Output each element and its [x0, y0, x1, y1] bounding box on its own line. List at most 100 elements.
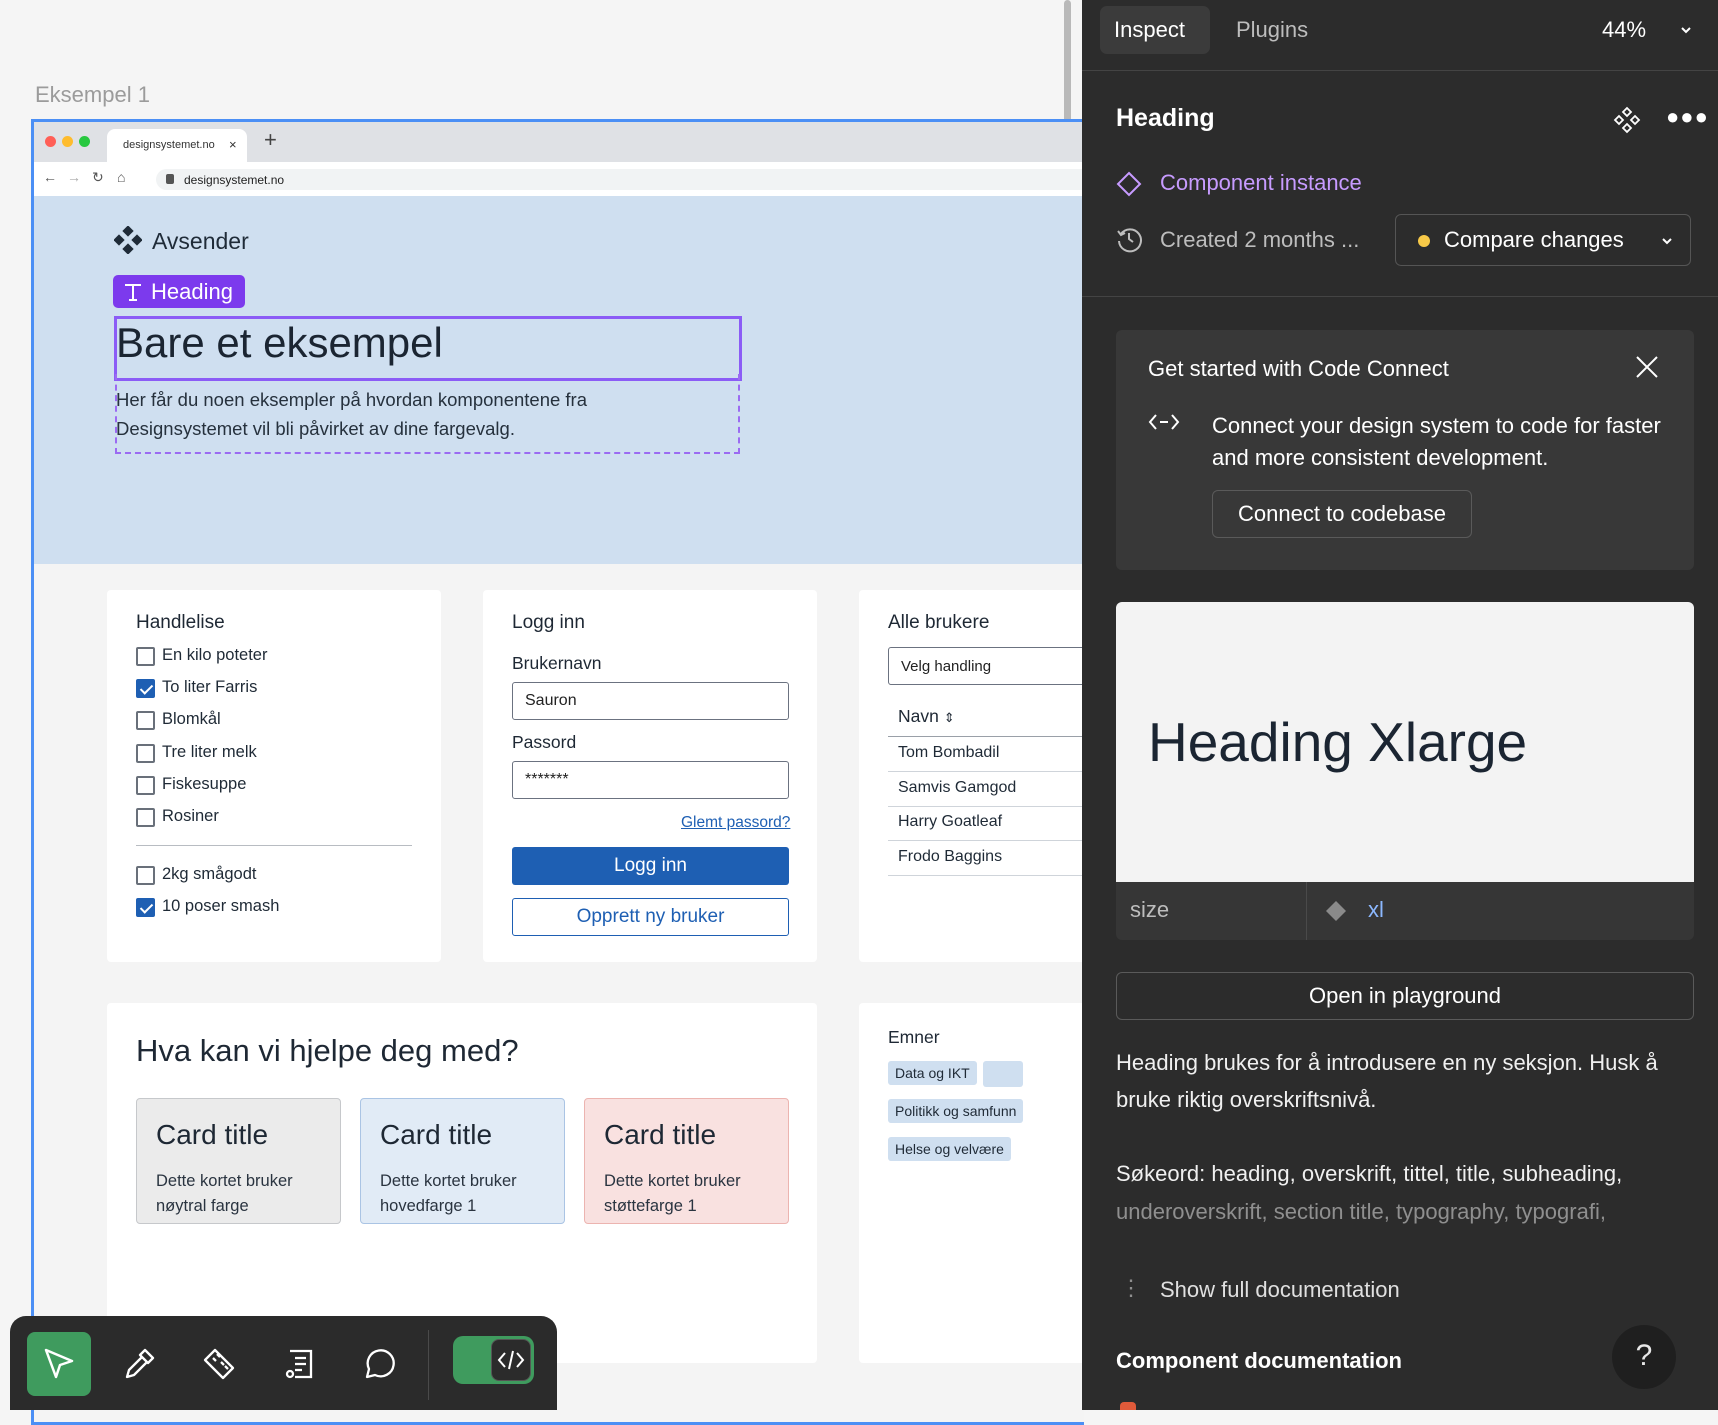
neutral-card[interactable]: Card title Dette kortet bruker nøytral f…	[136, 1098, 341, 1224]
topic-chip-partial[interactable]	[983, 1061, 1023, 1087]
checkbox-label[interactable]: Rosiner	[162, 807, 219, 826]
browser-url-bar: ← → ↻ ⌂ designsystemet.no	[34, 162, 1084, 197]
tab-inspect-label: Inspect	[1114, 17, 1185, 42]
dev-mode-toggle[interactable]	[453, 1336, 534, 1384]
card-title: Card title	[604, 1119, 717, 1150]
frame-eksempel-1[interactable]: designsystemet.no × + ← → ↻ ⌂ designsyst…	[31, 119, 1084, 1425]
documentation-figma-icon	[1120, 1402, 1136, 1410]
user-name-cell: Tom Bombadil	[898, 744, 1000, 761]
accent-card[interactable]: Card title Dette kortet bruker hovedfarg…	[360, 1098, 565, 1224]
checkbox[interactable]	[136, 808, 155, 827]
forgot-password-link[interactable]: Glemt passord?	[681, 814, 790, 832]
created-timestamp: Created 2 months ...	[1160, 227, 1360, 252]
kebab-icon: ⋮	[1120, 1275, 1142, 1300]
canvas-scrollbar[interactable]	[1064, 0, 1071, 122]
action-select[interactable]: Velg handling	[888, 647, 1084, 685]
panel-divider	[1082, 70, 1718, 71]
show-full-documentation[interactable]: Show full documentation	[1160, 1277, 1400, 1303]
checkbox[interactable]	[136, 866, 155, 885]
window-minimize-dot	[62, 136, 73, 147]
component-icon[interactable]	[1613, 106, 1641, 134]
card-body: Dette kortet bruker nøytral farge	[156, 1172, 293, 1215]
component-documentation-heading: Component documentation	[1116, 1348, 1402, 1373]
new-tab-icon[interactable]: +	[264, 127, 277, 153]
more-icon[interactable]: ●●●	[1666, 104, 1709, 130]
support-card[interactable]: Card title Dette kortet bruker støttefar…	[584, 1098, 789, 1224]
checkbox[interactable]	[136, 775, 155, 795]
checkbox-label[interactable]: Blomkål	[162, 710, 221, 729]
table-row[interactable]: Harry Goatleaf	[888, 806, 1084, 841]
browser-tab-title: designsystemet.no	[123, 139, 215, 151]
card-body: Dette kortet bruker hovedfarge 1	[380, 1172, 517, 1215]
checkbox[interactable]	[136, 898, 155, 918]
back-arrow-icon[interactable]: ←	[43, 169, 57, 185]
component-instance-link[interactable]: Component instance	[1160, 170, 1362, 196]
checkbox[interactable]	[136, 679, 155, 699]
close-icon[interactable]	[1634, 354, 1660, 380]
code-icon	[497, 1350, 525, 1370]
open-playground-button[interactable]: Open in playground	[1116, 972, 1694, 1020]
tab-plugins[interactable]: Plugins	[1236, 17, 1308, 43]
logo-icon	[114, 226, 142, 254]
help-button[interactable]: ?	[1612, 1325, 1676, 1389]
checkbox-label[interactable]: To liter Farris	[162, 678, 257, 697]
dev-mode-knob	[491, 1339, 531, 1381]
property-value[interactable]: xl	[1368, 897, 1384, 923]
tab-inspect[interactable]: Inspect	[1100, 6, 1210, 54]
move-tool-button[interactable]	[27, 1332, 91, 1396]
component-description: Heading brukes for å introdusere en ny s…	[1116, 1050, 1658, 1112]
topic-chip[interactable]: Data og IKT	[888, 1061, 977, 1085]
login-button[interactable]: Logg inn	[512, 847, 789, 885]
cursor-icon	[44, 1348, 74, 1379]
checkbox-label[interactable]: 2kg smågodt	[162, 865, 256, 884]
username-field[interactable]: Sauron	[512, 682, 789, 720]
panel-divider	[1082, 296, 1718, 297]
connect-codebase-button[interactable]: Connect to codebase	[1212, 490, 1472, 538]
chevron-down-icon	[1662, 238, 1672, 245]
topic-chip[interactable]: Politikk og samfunn	[888, 1099, 1024, 1123]
chevron-down-icon[interactable]	[1678, 22, 1694, 38]
checkbox[interactable]	[136, 647, 155, 666]
password-field[interactable]: *******	[512, 761, 789, 799]
tab-close-icon[interactable]: ×	[229, 137, 237, 152]
table-row[interactable]: Frodo Baggins	[888, 841, 1084, 876]
measure-tool-button[interactable]	[187, 1332, 251, 1396]
selection-badge[interactable]: Heading	[113, 275, 245, 308]
hero-heading[interactable]: Bare et eksempel	[116, 319, 443, 367]
name-column-header[interactable]: Navn ⇕	[898, 706, 955, 727]
browser-tab[interactable]: designsystemet.no ×	[107, 129, 247, 162]
checkbox-label[interactable]: En kilo poteter	[162, 646, 267, 665]
component-preview: Heading Xlarge	[1116, 602, 1694, 882]
eyedropper-tool-button[interactable]	[107, 1332, 171, 1396]
annotate-tool-button[interactable]	[267, 1332, 331, 1396]
selection-badge-label: Heading	[151, 279, 233, 304]
card-title: Card title	[380, 1119, 493, 1150]
home-icon[interactable]: ⌂	[117, 169, 125, 185]
zoom-level[interactable]: 44%	[1602, 17, 1646, 43]
checkbox-label[interactable]: 10 poser smash	[162, 897, 279, 916]
table-row[interactable]: Samvis Gamgod	[888, 772, 1084, 807]
bottom-toolbar	[10, 1316, 557, 1410]
property-name: size	[1130, 897, 1170, 922]
compare-changes-button[interactable]: Compare changes	[1395, 214, 1691, 266]
checkbox[interactable]	[136, 743, 155, 763]
window-close-dot	[45, 136, 56, 147]
checkbox-label[interactable]: Tre liter melk	[162, 743, 257, 762]
forward-arrow-icon[interactable]: →	[67, 169, 81, 185]
users-card: Alle brukere Velg handling Navn ⇕ Tom Bo…	[859, 590, 1084, 962]
address-field[interactable]: designsystemet.no	[156, 169, 1084, 190]
checkbox-label[interactable]: Fiskesuppe	[162, 775, 246, 794]
frame-label[interactable]: Eksempel 1	[35, 82, 150, 108]
comment-tool-button[interactable]	[347, 1332, 411, 1396]
name-column-label: Navn	[898, 706, 939, 726]
login-title: Logg inn	[512, 612, 585, 633]
checkbox[interactable]	[136, 711, 155, 731]
reload-icon[interactable]: ↻	[92, 169, 104, 186]
window-maximize-dot	[79, 136, 90, 147]
create-user-button[interactable]: Opprett ny bruker	[512, 898, 789, 936]
inspect-panel: Inspect Plugins 44% Heading ●●● Componen…	[1082, 0, 1718, 1410]
hero-paragraph: Her får du noen eksempler på hvordan kom…	[116, 389, 588, 439]
topic-chip[interactable]: Helse og velvære	[888, 1137, 1011, 1161]
table-row[interactable]: Tom Bombadil	[888, 737, 1084, 772]
annotation-icon	[285, 1349, 313, 1379]
